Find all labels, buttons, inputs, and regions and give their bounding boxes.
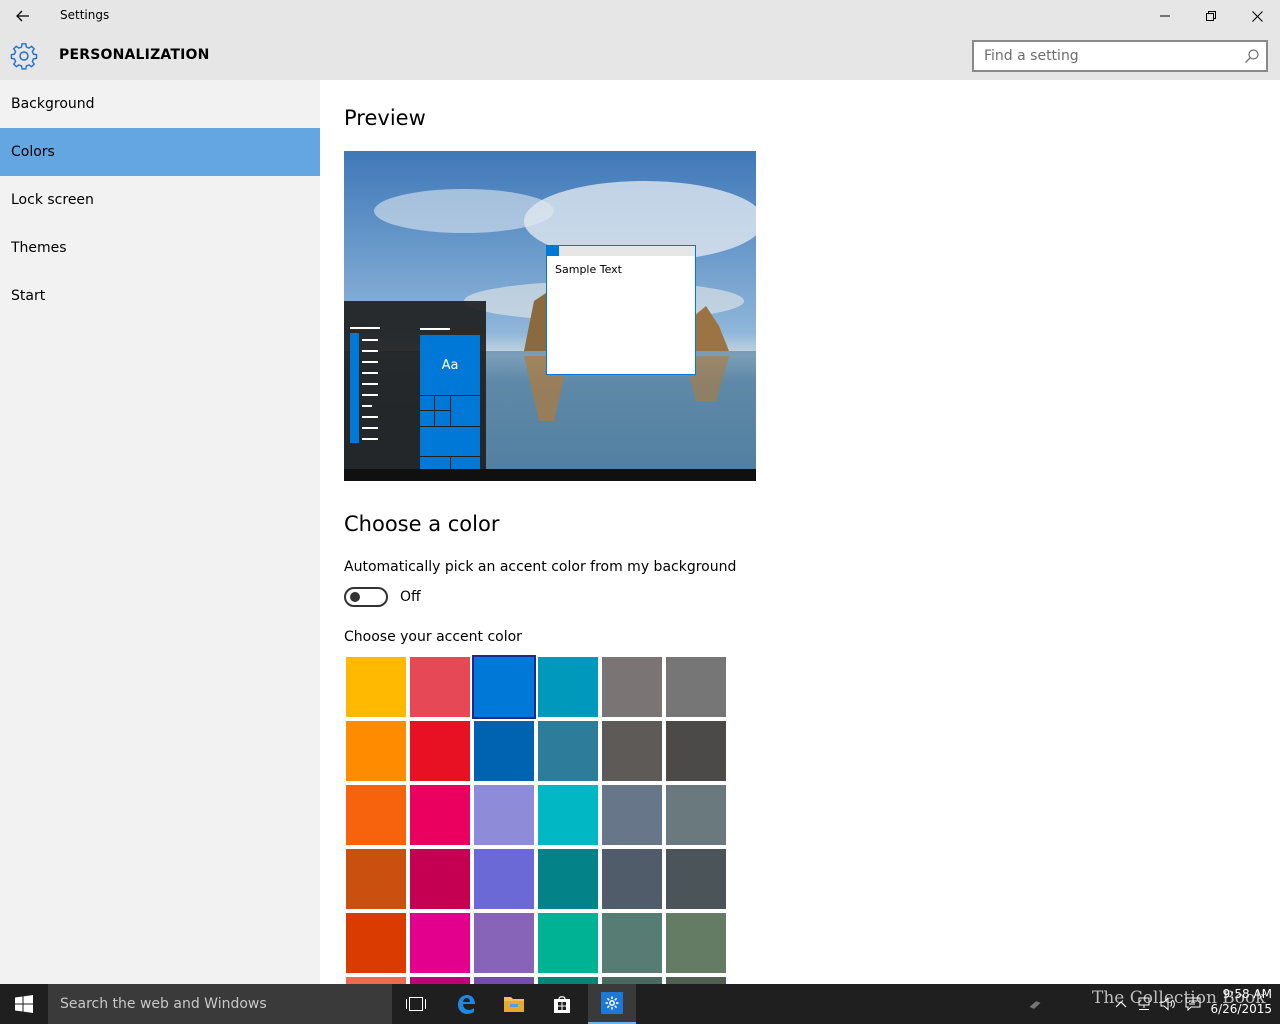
minimize-icon [1160, 15, 1170, 17]
book-watermark-icon [1029, 1001, 1041, 1010]
accent-color-swatch[interactable] [410, 977, 470, 984]
accent-color-swatch[interactable] [410, 785, 470, 845]
network-icon [1138, 997, 1150, 1010]
notification-icon [1185, 997, 1201, 1011]
accent-color-swatch[interactable] [666, 977, 726, 984]
accent-color-swatch[interactable] [602, 785, 662, 845]
sidebar-item-start[interactable]: Start [0, 272, 320, 320]
action-center-button[interactable] [1182, 984, 1204, 1024]
search-input[interactable] [984, 47, 1234, 65]
accent-color-swatch[interactable] [666, 913, 726, 973]
accent-color-swatch[interactable] [666, 657, 726, 717]
close-button[interactable] [1234, 0, 1280, 32]
search-box[interactable] [972, 40, 1268, 72]
accent-color-swatch[interactable] [410, 913, 470, 973]
sidebar-item-colors[interactable]: Colors [0, 128, 320, 176]
sample-text: Sample Text [555, 263, 622, 276]
volume-button[interactable] [1158, 984, 1178, 1024]
accent-color-swatch[interactable] [602, 913, 662, 973]
taskbar-search-box[interactable]: Search the web and Windows [48, 984, 392, 1024]
accent-color-grid [344, 655, 728, 984]
accent-color-swatch[interactable] [602, 977, 662, 984]
back-arrow-icon [16, 10, 29, 22]
window-title: Settings [60, 8, 110, 22]
sidebar-item-themes[interactable]: Themes [0, 224, 320, 272]
accent-color-swatch[interactable] [602, 849, 662, 909]
store-bag-icon [554, 996, 570, 1013]
page-title: PERSONALIZATION [59, 47, 210, 63]
taskbar: Search the web and Windows The Collectio… [0, 984, 1280, 1024]
windows-logo-icon [15, 995, 33, 1013]
file-explorer-button[interactable] [490, 984, 538, 1024]
network-button[interactable] [1134, 984, 1154, 1024]
accent-color-swatch[interactable] [474, 721, 534, 781]
toggle-state-label: Off [400, 589, 421, 605]
accent-color-swatch[interactable] [410, 721, 470, 781]
minimize-button[interactable] [1142, 0, 1188, 32]
search-icon[interactable] [1244, 48, 1260, 64]
accent-color-swatch[interactable] [538, 849, 598, 909]
preview-start-menu: Aa [344, 301, 486, 469]
accent-color-label: Choose your accent color [344, 629, 522, 645]
preview-sample-window: Sample Text [546, 245, 696, 375]
sidebar-item-lock-screen[interactable]: Lock screen [0, 176, 320, 224]
choose-color-heading: Choose a color [344, 512, 500, 536]
restore-icon [1206, 11, 1216, 21]
accent-color-swatch[interactable] [346, 913, 406, 973]
accent-color-swatch[interactable] [346, 721, 406, 781]
edge-button[interactable] [442, 984, 490, 1024]
taskbar-search-placeholder: Search the web and Windows [60, 996, 267, 1012]
settings-gear-icon [601, 992, 623, 1014]
preview-tile: Aa [420, 335, 480, 395]
volume-icon [1160, 997, 1175, 1011]
main-content: Preview Aa Sample Text Choose a color Au… [320, 80, 1280, 984]
gear-icon [10, 43, 38, 70]
taskbar-clock[interactable]: 9:58 AM 6/26/2015 [1206, 987, 1272, 1017]
accent-color-swatch[interactable] [666, 785, 726, 845]
task-view-button[interactable] [392, 984, 440, 1024]
clock-time: 9:58 AM [1222, 987, 1272, 1001]
toggle-knob [350, 592, 360, 602]
chevron-up-icon [1115, 1001, 1127, 1008]
clock-date: 6/26/2015 [1210, 1002, 1272, 1016]
restore-button[interactable] [1188, 0, 1234, 32]
accent-color-swatch[interactable] [666, 721, 726, 781]
accent-color-swatch[interactable] [538, 657, 598, 717]
accent-color-swatch[interactable] [474, 977, 534, 984]
back-button[interactable] [0, 0, 46, 32]
accent-color-swatch[interactable] [346, 977, 406, 984]
accent-color-swatch[interactable] [538, 721, 598, 781]
accent-color-swatch[interactable] [602, 657, 662, 717]
title-bar: Settings [0, 0, 1280, 32]
accent-color-swatch[interactable] [346, 849, 406, 909]
folder-icon [504, 997, 524, 1012]
store-button[interactable] [538, 984, 586, 1024]
auto-accent-toggle[interactable] [344, 587, 388, 607]
accent-color-swatch[interactable] [538, 977, 598, 984]
accent-color-swatch[interactable] [474, 849, 534, 909]
accent-color-swatch[interactable] [666, 849, 726, 909]
auto-accent-label: Automatically pick an accent color from … [344, 559, 737, 575]
accent-color-swatch[interactable] [410, 849, 470, 909]
show-hidden-icons-button[interactable] [1112, 984, 1130, 1024]
accent-color-swatch[interactable] [474, 913, 534, 973]
task-view-icon [406, 997, 426, 1011]
theme-preview: Aa Sample Text [344, 151, 756, 481]
settings-taskbar-button[interactable] [588, 984, 636, 1024]
edge-browser-icon [458, 995, 475, 1014]
settings-header: PERSONALIZATION [0, 32, 1280, 80]
accent-color-swatch[interactable] [538, 913, 598, 973]
close-icon [1251, 10, 1263, 22]
accent-color-swatch[interactable] [602, 721, 662, 781]
accent-color-swatch[interactable] [472, 655, 536, 719]
accent-color-swatch[interactable] [410, 657, 470, 717]
sidebar: Background Colors Lock screen Themes Sta… [0, 80, 320, 984]
preview-heading: Preview [344, 106, 426, 130]
start-button[interactable] [0, 984, 48, 1024]
sidebar-item-background[interactable]: Background [0, 80, 320, 128]
accent-color-swatch[interactable] [346, 657, 406, 717]
accent-color-swatch[interactable] [346, 785, 406, 845]
accent-color-swatch[interactable] [538, 785, 598, 845]
accent-color-swatch[interactable] [474, 785, 534, 845]
